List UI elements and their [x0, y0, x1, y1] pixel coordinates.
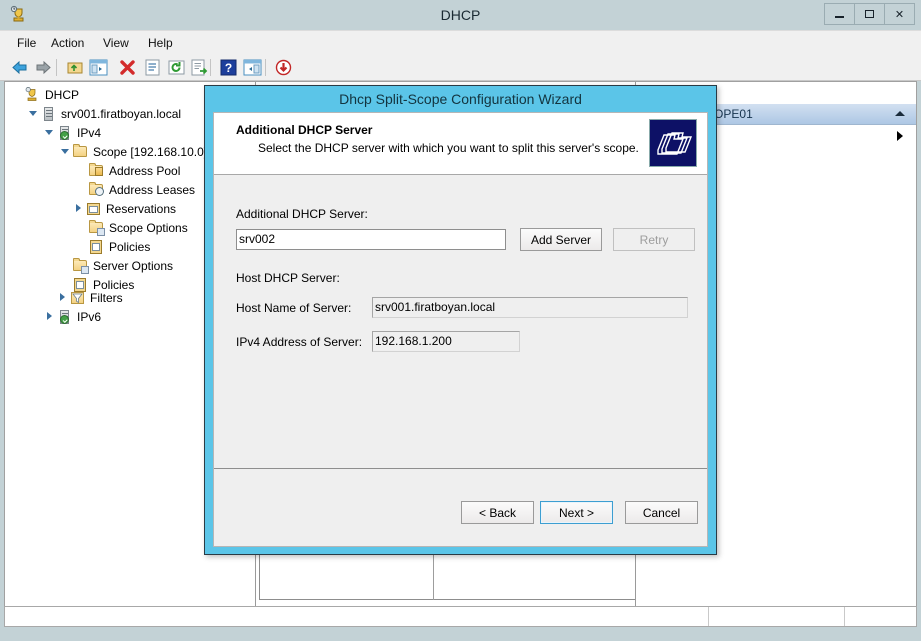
dialog-header-title: Additional DHCP Server — [236, 123, 373, 137]
ipv4-address-value: 192.168.1.200 — [372, 331, 520, 352]
expander[interactable] — [11, 88, 24, 101]
tree-item-label: Scope [192.168.10.0] S — [93, 144, 219, 159]
expander[interactable] — [72, 202, 85, 215]
tree-item-label: srv001.firatboyan.local — [61, 106, 182, 121]
status-cell-main — [5, 607, 709, 626]
toolbar-separator — [210, 59, 211, 76]
screen: DHCP ✕ File Action View Help ? DHCP srv0… — [0, 0, 921, 641]
tree-item-label: DHCP — [45, 87, 80, 102]
tree-item-address-pool[interactable]: Address Pool — [88, 161, 180, 180]
dialog-header-subtitle: Select the DHCP server with which you wa… — [258, 141, 639, 155]
host-name-label: Host Name of Server: — [236, 301, 352, 315]
expander[interactable] — [27, 107, 40, 120]
refresh-icon[interactable] — [167, 58, 186, 77]
show-hide-action-pane-icon[interactable] — [243, 58, 262, 77]
dialog-body: Additional DHCP Server Select the DHCP s… — [213, 112, 708, 547]
menubar: File Action View Help — [0, 30, 921, 55]
tree-item-ipv6[interactable]: IPv6 — [43, 307, 101, 326]
tree-item-scope-options[interactable]: Scope Options — [88, 218, 188, 237]
expander[interactable] — [56, 291, 69, 304]
tree-item-srv001[interactable]: srv001.firatboyan.local — [27, 104, 181, 123]
help-icon[interactable]: ? — [219, 58, 238, 77]
folder-icon — [72, 143, 89, 160]
svg-text:?: ? — [225, 61, 232, 75]
toolbar-separator — [265, 59, 266, 76]
tree-item-ipv4[interactable]: IPv4 — [43, 123, 101, 142]
tree-item-label: Address Pool — [109, 163, 181, 178]
tree-item-label: Scope Options — [109, 220, 188, 235]
expander[interactable] — [43, 126, 56, 139]
tree-item-label: Address Leases — [109, 182, 196, 197]
download-icon[interactable] — [274, 58, 293, 77]
dhcp-window: DHCP ✕ File Action View Help ? DHCP srv0… — [0, 0, 921, 641]
menu-file[interactable]: File — [10, 34, 43, 52]
scope-options-icon — [88, 219, 105, 236]
reservations-icon — [85, 201, 102, 217]
expander[interactable] — [43, 310, 56, 323]
next-button[interactable]: Next > — [540, 501, 613, 524]
tree-item-address-leases[interactable]: Address Leases — [88, 180, 195, 199]
tree-item-reservations[interactable]: Reservations — [72, 199, 176, 218]
dialog-title: Dhcp Split-Scope Configuration Wizard — [339, 91, 582, 107]
tree-item-label: Reservations — [106, 201, 177, 216]
tree-item-scope[interactable]: Scope [192.168.10.0] S — [59, 142, 218, 161]
additional-server-input[interactable]: srv002 — [236, 229, 506, 250]
dialog-footer-separator — [214, 468, 707, 469]
server-options-icon — [72, 257, 89, 274]
retry-button: Retry — [613, 228, 695, 251]
chevron-up-icon[interactable] — [895, 111, 905, 116]
window-title: DHCP — [440, 7, 481, 23]
toolbar-separator — [56, 59, 57, 76]
properties-icon[interactable] — [143, 58, 162, 77]
host-server-group-label: Host DHCP Server: — [236, 271, 340, 285]
minimize-button[interactable] — [824, 3, 855, 25]
server-ok-icon — [56, 309, 73, 325]
filters-icon — [69, 290, 86, 306]
server-icon — [40, 106, 57, 122]
cancel-button[interactable]: Cancel — [625, 501, 698, 524]
back-button[interactable]: < Back — [461, 501, 534, 524]
server-ok-icon — [56, 125, 73, 141]
export-list-icon[interactable] — [190, 58, 209, 77]
maximize-button[interactable] — [854, 3, 885, 25]
tree-item-label: Filters — [90, 290, 123, 305]
forward-icon[interactable] — [34, 58, 53, 77]
ipv4-address-label: IPv4 Address of Server: — [236, 335, 363, 349]
menu-view[interactable]: View — [96, 34, 136, 52]
tree-item-label: IPv4 — [77, 125, 102, 140]
policies-icon — [88, 239, 105, 255]
menu-help[interactable]: Help — [141, 34, 180, 52]
address-leases-icon — [88, 181, 105, 198]
window-controls: ✕ — [824, 3, 915, 25]
additional-server-label: Additional DHCP Server: — [236, 207, 368, 221]
address-pool-icon — [88, 162, 105, 179]
tree-item-filters[interactable]: Filters — [56, 288, 123, 307]
tree-item-dhcp[interactable]: DHCP — [11, 85, 79, 104]
toolbar: ? — [0, 54, 921, 81]
split-scope-wizard-dialog: Dhcp Split-Scope Configuration Wizard Ad… — [204, 85, 717, 555]
host-name-value: srv001.firatboyan.local — [372, 297, 688, 318]
tree-item-scope-policies[interactable]: Policies — [88, 237, 150, 256]
status-cell-second — [709, 607, 845, 626]
folders-banner-icon — [649, 119, 697, 167]
window-titlebar: DHCP ✕ — [0, 0, 921, 30]
tree-item-label: Server Options — [93, 258, 174, 273]
tree-item-label: IPv6 — [77, 309, 102, 324]
back-icon[interactable] — [10, 58, 29, 77]
status-bar — [4, 606, 917, 627]
close-button[interactable]: ✕ — [884, 3, 915, 25]
show-hide-tree-icon[interactable] — [89, 58, 108, 77]
tree-item-server-options[interactable]: Server Options — [72, 256, 173, 275]
up-folder-icon[interactable] — [66, 58, 85, 77]
dialog-header: Additional DHCP Server Select the DHCP s… — [214, 113, 707, 175]
chevron-right-icon[interactable] — [897, 131, 903, 141]
status-cell-third — [845, 607, 916, 626]
dhcp-icon — [24, 86, 41, 103]
delete-icon[interactable] — [118, 58, 137, 77]
menu-action[interactable]: Action — [44, 34, 91, 52]
add-server-button[interactable]: Add Server — [520, 228, 602, 251]
expander[interactable] — [59, 145, 72, 158]
tree-item-label: Policies — [109, 239, 151, 254]
